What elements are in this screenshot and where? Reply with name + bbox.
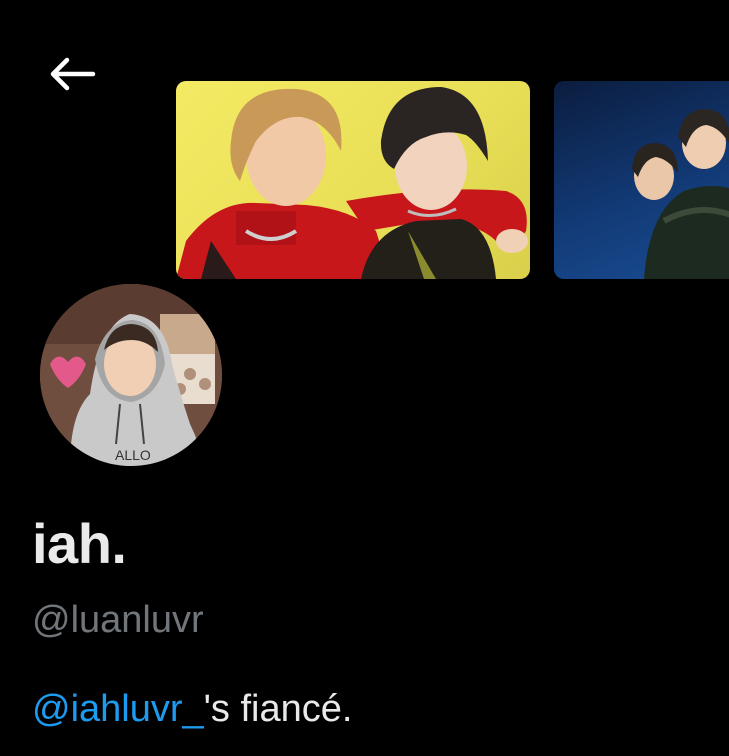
header-photo-strip [0,0,729,290]
header-photo-1[interactable] [176,81,530,279]
photo-illustration [176,87,528,279]
display-name: iah. [32,512,127,575]
avatar-photo: ALLO [40,284,222,466]
photo-illustration [632,109,729,279]
header-photo-2[interactable] [554,81,729,279]
bio-mention-link[interactable]: @iahluvr_ [32,688,204,730]
bio-text: 's fiancé. [203,688,353,730]
bio: @iahluvr_'s fiancé. [32,690,352,728]
svg-text:ALLO: ALLO [115,447,151,463]
avatar[interactable]: ALLO [38,282,224,468]
user-handle: @luanluvr [32,599,204,641]
